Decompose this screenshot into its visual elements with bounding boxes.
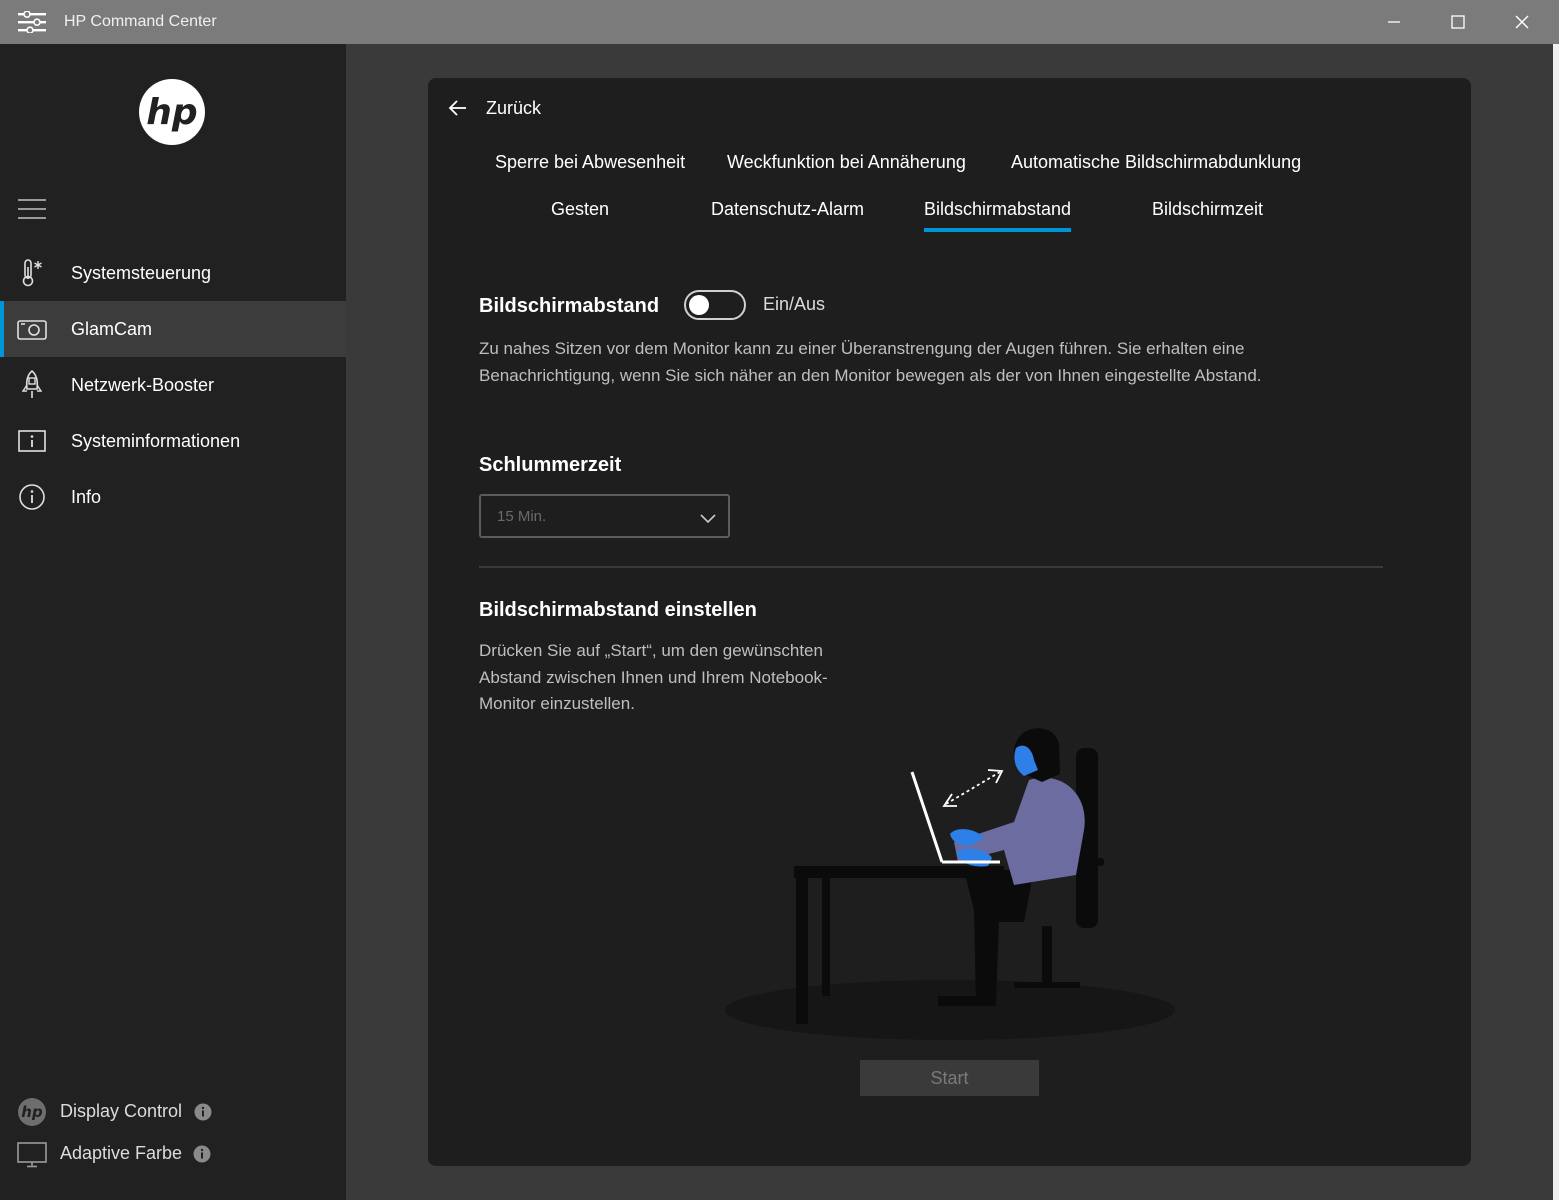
back-button[interactable]: Zurück	[448, 94, 541, 122]
back-label: Zurück	[486, 97, 542, 118]
info-badge-icon[interactable]	[193, 1145, 211, 1163]
snooze-select[interactable]: 15 Min.	[479, 494, 730, 538]
distance-toggle[interactable]	[684, 290, 746, 320]
sidebar-item-netzwerk-booster[interactable]: Netzwerk-Booster	[0, 357, 346, 413]
sidebar-item-label: Systemsteuerung	[71, 263, 212, 283]
tab-datenschutz-alarm[interactable]: Datenschutz-Alarm	[711, 199, 864, 220]
minimize-button[interactable]	[1362, 0, 1426, 44]
toggle-label: Ein/Aus	[763, 294, 826, 314]
sidebar: hp Systemsteuerung GlamCam Netzwerk-Boos…	[0, 44, 346, 1200]
app-menu-icon[interactable]	[18, 11, 46, 33]
tab-bildschirmabstand[interactable]: Bildschirmabstand	[924, 199, 1072, 232]
close-icon	[1515, 15, 1529, 29]
svg-text:hp: hp	[21, 1103, 43, 1121]
adjust-description: Drücken Sie auf „Start“, um den gewünsch…	[479, 641, 828, 713]
toggle-knob	[689, 295, 709, 315]
sidebar-item-label: GlamCam	[71, 319, 153, 339]
minimize-icon	[1388, 21, 1400, 23]
info-badge-icon[interactable]	[194, 1103, 212, 1121]
sidebar-item-label: Systeminformationen	[71, 431, 241, 451]
display-control-label: Display Control	[60, 1101, 183, 1121]
hp-logo-icon: hp	[18, 1098, 46, 1126]
tab-gesten[interactable]: Gesten	[551, 199, 609, 220]
title-bar: HP Command Center	[0, 0, 1559, 44]
sidebar-item-systeminformationen[interactable]: Systeminformationen	[0, 413, 346, 469]
svg-text:hp: hp	[146, 92, 197, 133]
sidebar-item-glamcam[interactable]: GlamCam	[0, 301, 346, 357]
snooze-selected-value: 15 Min.	[497, 508, 547, 525]
sidebar-item-systemsteuerung[interactable]: Systemsteuerung	[0, 245, 346, 301]
sidebar-item-label: Info	[71, 487, 102, 507]
sidebar-item-info[interactable]: Info	[0, 469, 346, 525]
hp-logo-icon: hp	[139, 79, 205, 145]
background-window-edge	[1553, 44, 1559, 1200]
snooze-title: Schlummerzeit	[479, 454, 622, 476]
tab-sperre-bei-abwesenheit[interactable]: Sperre bei Abwesenheit	[495, 152, 685, 173]
window-title: HP Command Center	[64, 13, 217, 30]
thermometer-icon	[22, 259, 42, 287]
adaptive-farbe-label: Adaptive Farbe	[60, 1143, 183, 1163]
rocket-icon	[21, 369, 43, 398]
section-divider	[479, 566, 1383, 568]
settings-panel: Zurück Sperre bei Abwesenheit Weckfunkti…	[428, 78, 1471, 1166]
tab-weckfunktion[interactable]: Weckfunktion bei Annäherung	[727, 152, 966, 173]
system-info-icon	[18, 430, 46, 452]
maximize-button[interactable]	[1426, 0, 1490, 44]
distance-title: Bildschirmabstand	[479, 295, 660, 317]
hamburger-icon[interactable]	[18, 198, 46, 220]
tab-bildschirmzeit[interactable]: Bildschirmzeit	[1152, 199, 1263, 220]
distance-description: Zu nahes Sitzen vor dem Monitor kann zu …	[479, 339, 1262, 385]
display-control-item[interactable]: hp Display Control	[0, 1092, 346, 1132]
close-button[interactable]	[1490, 0, 1554, 44]
chevron-down-icon	[700, 514, 716, 524]
maximize-icon	[1451, 15, 1465, 29]
camera-icon	[17, 320, 47, 340]
user-at-laptop-illustration	[725, 728, 1175, 1040]
start-button[interactable]: Start	[860, 1060, 1039, 1096]
arrow-left-icon	[448, 100, 466, 116]
adjust-title: Bildschirmabstand einstellen	[479, 599, 757, 621]
adaptive-farbe-item[interactable]: Adaptive Farbe	[0, 1134, 346, 1174]
info-circle-icon	[19, 484, 45, 510]
monitor-icon	[17, 1142, 47, 1168]
sidebar-item-label: Netzwerk-Booster	[71, 375, 215, 395]
tab-bildschirmabdunklung[interactable]: Automatische Bildschirmabdunklung	[1011, 152, 1301, 173]
